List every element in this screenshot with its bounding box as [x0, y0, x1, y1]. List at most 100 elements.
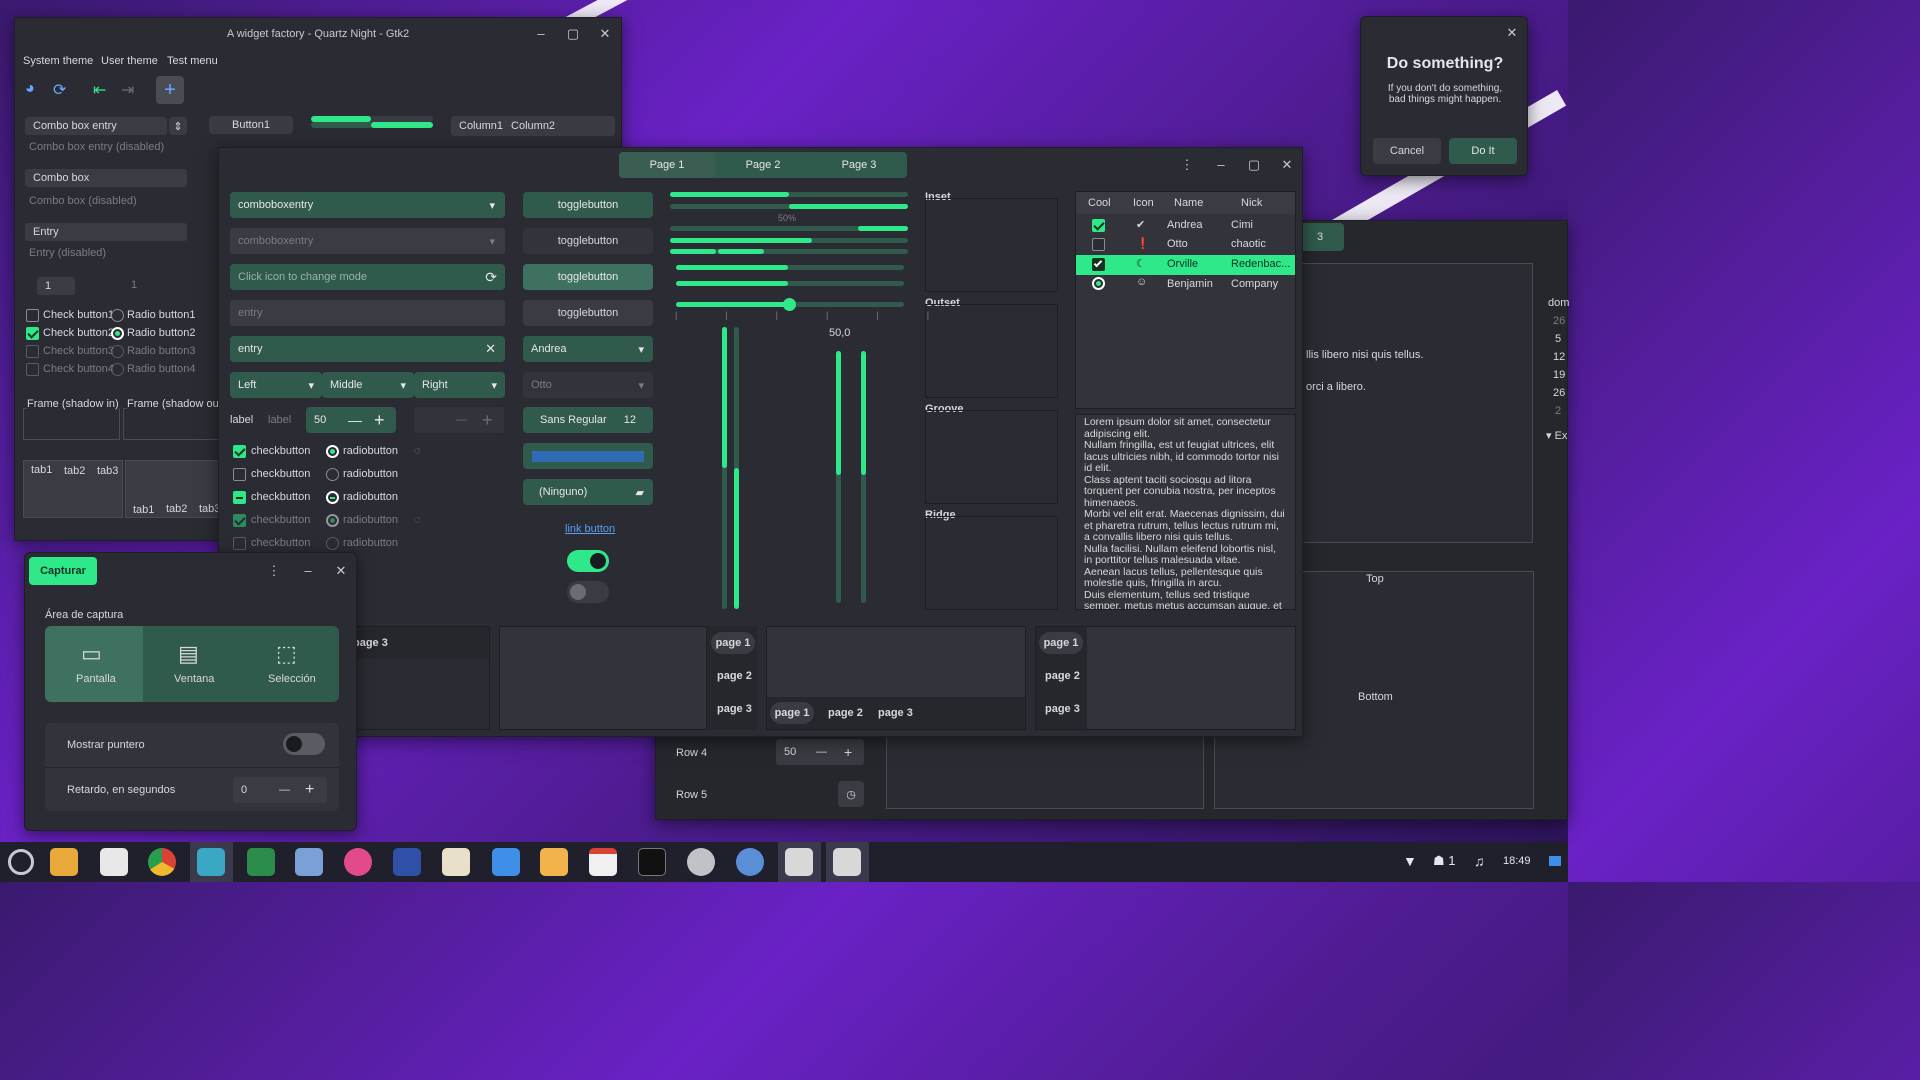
mail-icon[interactable] [540, 848, 568, 876]
delay-spin[interactable]: 0 — + [233, 777, 327, 803]
table-row[interactable]: Benjamin [1167, 278, 1213, 290]
plus-icon[interactable]: + [844, 744, 852, 760]
contacts-icon[interactable] [492, 848, 520, 876]
column-cool[interactable]: Cool [1088, 197, 1111, 209]
align-right-combo[interactable]: Right ▾ [414, 372, 505, 398]
sheets-icon[interactable] [247, 848, 275, 876]
tab-page-2[interactable]: Page 2 [715, 152, 811, 178]
tab-page-1[interactable]: page 1 [770, 702, 814, 724]
chrome-icon[interactable] [148, 848, 176, 876]
tab-3[interactable]: 3 [1296, 223, 1344, 251]
spiral-icon[interactable] [344, 848, 372, 876]
column-name[interactable]: Name [1174, 197, 1203, 209]
about-icon[interactable] [736, 848, 764, 876]
tab-page-2[interactable]: page 2 [717, 670, 752, 682]
table-row[interactable]: Cimi [1231, 219, 1253, 231]
checkbutton-checked[interactable] [233, 445, 246, 458]
refresh-icon[interactable]: ⟳ [485, 269, 497, 286]
tab3[interactable]: tab3 [97, 465, 118, 477]
calendar-icon[interactable] [589, 848, 617, 876]
minimize-icon[interactable]: – [1213, 157, 1229, 173]
minus-icon[interactable]: — [348, 412, 362, 428]
combo-arrow[interactable]: ⇕ [169, 117, 187, 135]
column-nick[interactable]: Nick [1241, 197, 1262, 209]
tab-page-1[interactable]: Page 1 [619, 152, 715, 178]
show-pointer-switch[interactable] [283, 733, 325, 755]
togglebutton-active[interactable]: togglebutton [523, 264, 653, 290]
media-icon[interactable] [393, 848, 421, 876]
music-icon[interactable]: ♫ [1474, 853, 1485, 869]
clear-icon[interactable]: ✕ [485, 341, 496, 357]
maximize-icon[interactable]: ▢ [565, 26, 581, 42]
column-icon[interactable]: Icon [1133, 197, 1154, 209]
files-icon[interactable] [50, 848, 78, 876]
table-row[interactable]: Otto [1167, 238, 1188, 250]
refresh-icon[interactable]: ⟳ [53, 80, 66, 100]
menu-user-theme[interactable]: User theme [101, 55, 158, 67]
show-desktop-icon[interactable] [1549, 856, 1561, 866]
cancel-button[interactable]: Cancel [1373, 138, 1441, 164]
minimize-icon[interactable]: – [300, 563, 316, 579]
window-icon[interactable]: ▤ [178, 641, 199, 667]
tree-check[interactable] [1092, 219, 1105, 232]
menu-test[interactable]: Test menu [167, 55, 218, 67]
tab1[interactable]: tab1 [31, 464, 52, 476]
close-icon[interactable]: ✕ [597, 26, 613, 42]
table-row[interactable]: Orville [1167, 258, 1198, 270]
option-label[interactable]: Selección [268, 673, 316, 685]
do-it-button[interactable]: Do It [1449, 138, 1517, 164]
vertical-scale[interactable] [861, 351, 866, 603]
tab1-bottom[interactable]: tab1 [133, 504, 154, 516]
tab2-bottom[interactable]: tab2 [166, 503, 187, 515]
tab-page-3[interactable]: Page 3 [811, 152, 907, 178]
plus-icon[interactable]: + [374, 410, 385, 431]
entry-placeholder[interactable]: entry [230, 300, 505, 326]
tab2[interactable]: tab2 [64, 465, 85, 477]
tab-page-3[interactable]: page 3 [717, 703, 752, 715]
mode-entry[interactable]: Click icon to change mode ⟳ [230, 264, 505, 290]
row-4-spin[interactable]: 50 — + [776, 739, 864, 765]
expander-label[interactable]: ▾ Ex [1546, 429, 1567, 442]
radiobutton[interactable] [326, 468, 339, 481]
selection-icon[interactable]: ⬚ [276, 641, 297, 667]
tab-page-2[interactable]: page 2 [1045, 670, 1080, 682]
vertical-scale[interactable] [836, 351, 841, 603]
combo-andrea[interactable]: Andrea ▾ [523, 336, 653, 362]
radiobutton-mixed[interactable] [326, 491, 339, 504]
close-icon[interactable]: ✕ [333, 563, 349, 579]
terminal-icon[interactable] [638, 848, 666, 876]
spin-button[interactable]: 50 — + [306, 407, 396, 433]
capture-button[interactable]: Capturar [29, 557, 97, 585]
camera-icon[interactable] [197, 848, 225, 876]
tree-check[interactable] [1092, 238, 1105, 251]
notes-icon[interactable] [442, 848, 470, 876]
apps-icon[interactable] [100, 848, 128, 876]
settings-icon[interactable] [687, 848, 715, 876]
plus-icon[interactable]: + [305, 781, 314, 799]
entry-field[interactable]: entry ✕ [230, 336, 505, 362]
scale[interactable] [676, 265, 904, 270]
minus-icon[interactable]: — [816, 746, 827, 758]
comboboxentry[interactable]: comboboxentry ▾ [230, 192, 505, 218]
combo-box[interactable]: Combo box [25, 169, 187, 187]
radio-button-2[interactable] [111, 327, 124, 340]
radio-button-1[interactable] [111, 309, 124, 322]
radiobutton-checked[interactable] [326, 445, 339, 458]
minus-icon[interactable]: — [279, 784, 290, 796]
combo-box-entry[interactable]: Combo box entry [25, 117, 167, 135]
close-icon[interactable]: ✕ [1279, 157, 1295, 173]
last-icon[interactable]: ⇥ [121, 80, 134, 100]
option-label[interactable]: Ventana [174, 673, 214, 685]
tab-page-1[interactable]: page 1 [1039, 632, 1083, 654]
spin-button-1[interactable]: 1 [37, 277, 75, 295]
entry[interactable]: Entry [25, 223, 187, 241]
table-row[interactable]: chaotic [1231, 238, 1266, 250]
widget-factory-icon[interactable] [833, 848, 861, 876]
tab-page-2[interactable]: page 2 [828, 707, 863, 719]
launcher-icon[interactable] [8, 849, 34, 875]
about-icon[interactable]: ◕ [25, 80, 35, 98]
checkbutton-unchecked[interactable] [233, 468, 246, 481]
check-button-2[interactable] [26, 327, 39, 340]
table-row[interactable]: Andrea [1167, 219, 1202, 231]
close-icon[interactable]: ✕ [1504, 25, 1520, 41]
